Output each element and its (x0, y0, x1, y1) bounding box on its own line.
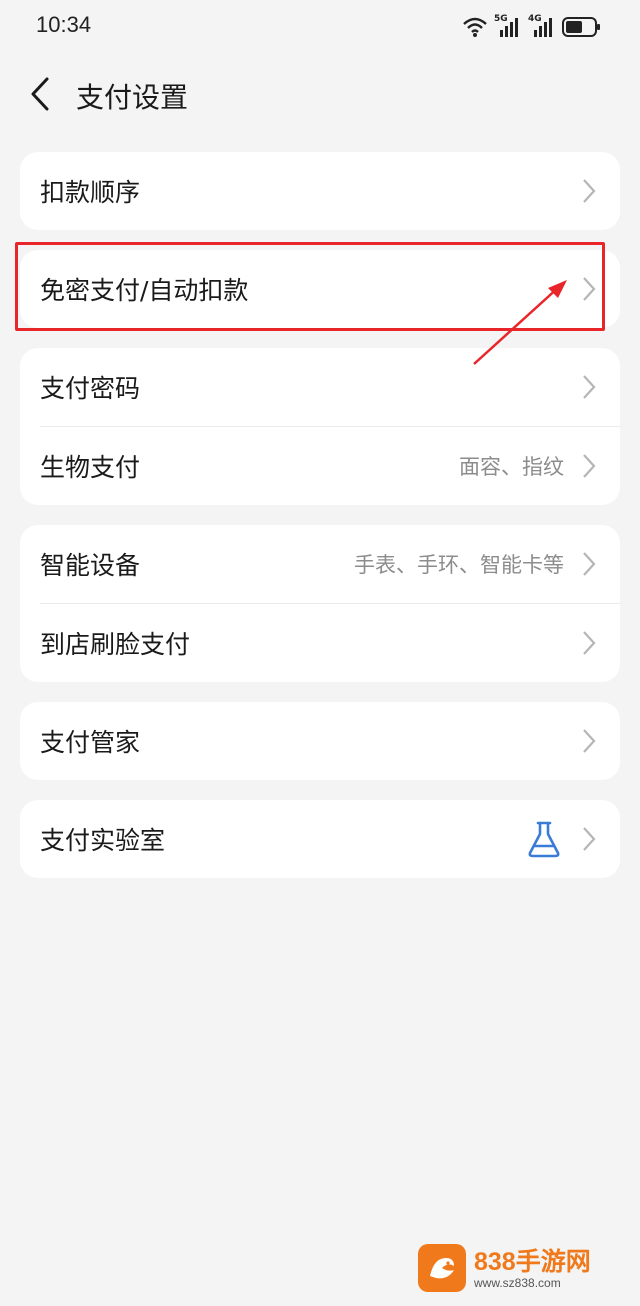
watermark: 838手游网 www.sz838.com (418, 1244, 628, 1296)
row-payment-lab[interactable]: 支付实验室 (20, 800, 620, 878)
settings-card: 支付密码 生物支付 面容、指纹 (20, 348, 620, 505)
watermark-url: www.sz838.com (474, 1276, 561, 1290)
chevron-right-icon (583, 454, 596, 478)
chevron-right-icon (583, 375, 596, 399)
chevron-right-icon (583, 729, 596, 753)
signal-4g-icon: 4G (528, 14, 556, 38)
header: 支付设置 (0, 62, 640, 126)
row-label: 扣款顺序 (40, 178, 141, 207)
row-label: 到店刷脸支付 (40, 630, 191, 659)
row-label: 免密支付/自动扣款 (40, 276, 249, 305)
chevron-left-icon (31, 77, 49, 111)
row-password-free-payment[interactable]: 免密支付/自动扣款 (20, 250, 620, 328)
chevron-right-icon (583, 631, 596, 655)
row-biometric-payment[interactable]: 生物支付 面容、指纹 (20, 427, 620, 505)
chevron-right-icon (583, 179, 596, 203)
status-time: 10:34 (36, 12, 92, 37)
signal-5g-icon: 5G (494, 14, 522, 38)
status-icons: 5G 4G (462, 14, 602, 40)
row-smart-devices[interactable]: 智能设备 手表、手环、智能卡等 (20, 525, 620, 603)
settings-card: 智能设备 手表、手环、智能卡等 到店刷脸支付 (20, 525, 620, 682)
dragon-logo-icon (418, 1244, 466, 1292)
row-value: 面容、指纹 (459, 455, 564, 479)
settings-card: 免密支付/自动扣款 (20, 250, 620, 328)
chevron-right-icon (583, 277, 596, 301)
settings-card: 扣款顺序 (20, 152, 620, 230)
row-value: 手表、手环、智能卡等 (354, 553, 564, 577)
row-label: 支付密码 (40, 374, 141, 403)
battery-icon (562, 17, 600, 37)
watermark-brand: 838手游网 (474, 1248, 591, 1276)
row-label: 智能设备 (40, 551, 141, 580)
page-title: 支付设置 (76, 81, 189, 114)
chevron-right-icon (583, 552, 596, 576)
status-bar: 10:34 5G 4G (0, 0, 640, 56)
row-in-store-face-payment[interactable]: 到店刷脸支付 (20, 604, 620, 682)
settings-card: 支付实验室 (20, 800, 620, 878)
settings-card: 支付管家 (20, 702, 620, 780)
chevron-right-icon (583, 827, 596, 851)
wifi-icon (463, 17, 487, 37)
row-label: 支付实验室 (40, 826, 166, 855)
back-button[interactable] (22, 74, 58, 114)
row-payment-butler[interactable]: 支付管家 (20, 702, 620, 780)
row-label: 生物支付 (40, 453, 141, 482)
row-payment-password[interactable]: 支付密码 (20, 348, 620, 426)
row-label: 支付管家 (40, 728, 141, 757)
flask-icon (528, 821, 560, 858)
row-deduction-order[interactable]: 扣款顺序 (20, 152, 620, 230)
